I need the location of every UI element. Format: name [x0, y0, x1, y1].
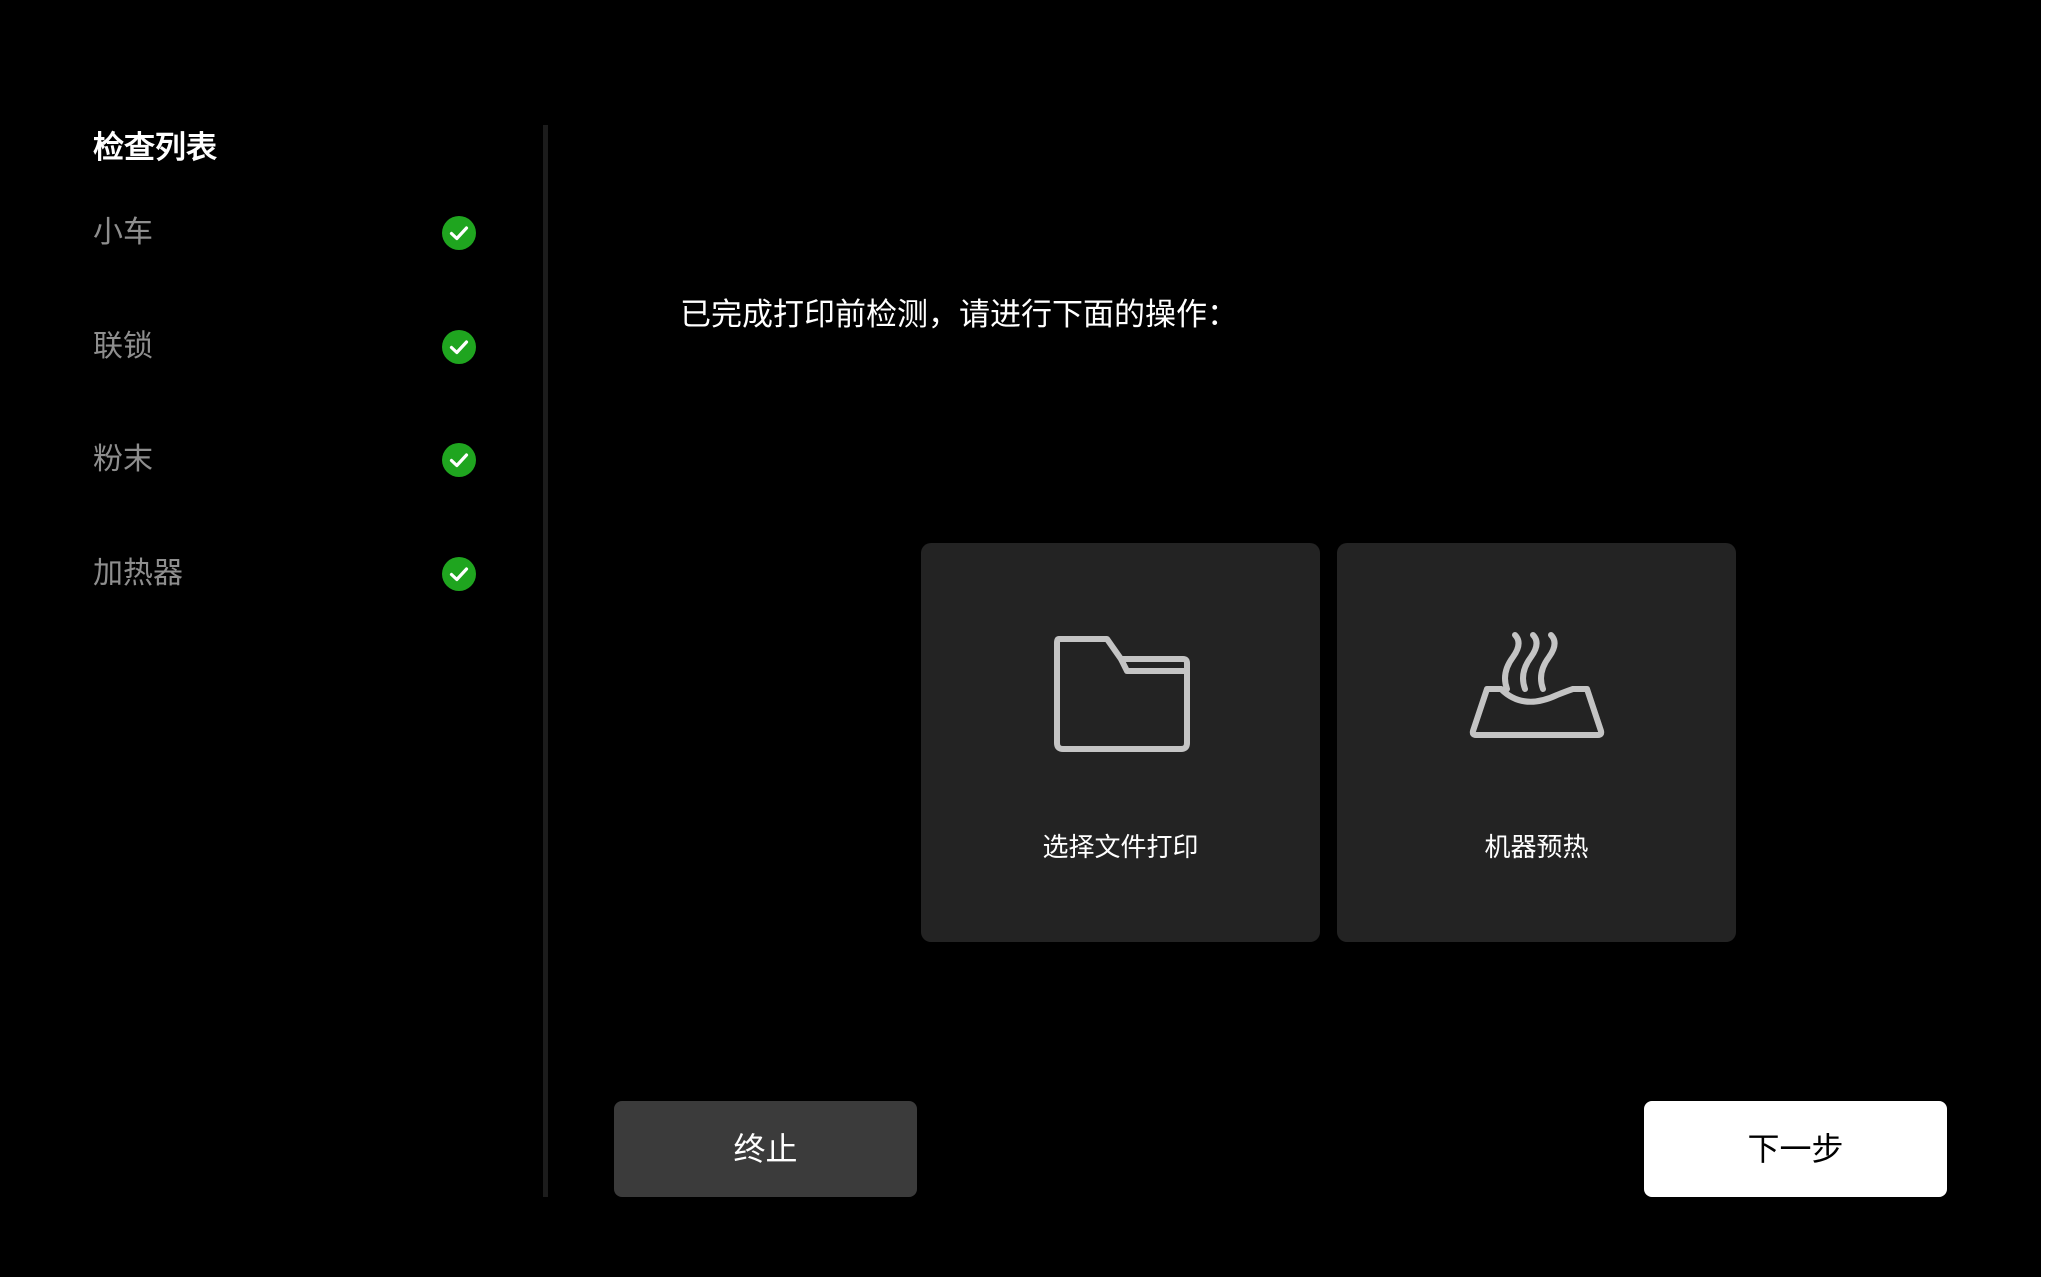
checklist-item-label: 小车 — [93, 215, 153, 250]
next-step-button[interactable]: 下一步 — [1644, 1101, 1947, 1197]
right-edge-strip — [2041, 0, 2051, 1277]
machine-preheat-label: 机器预热 — [1484, 833, 1589, 863]
instruction-text: 已完成打印前检测，请进行下面的操作： — [680, 297, 1238, 333]
check-circle-icon — [442, 443, 476, 477]
checklist-item-interlock: 联锁 — [93, 317, 478, 377]
heat-icon — [1469, 632, 1605, 738]
check-circle-icon — [442, 557, 476, 591]
checklist-item-powder: 粉末 — [93, 430, 478, 490]
select-file-print-label: 选择文件打印 — [1042, 833, 1199, 863]
checklist-sidebar: 检查列表 小车 联锁 粉末 加热器 — [0, 0, 545, 1277]
check-circle-icon — [442, 330, 476, 364]
sidebar-divider — [543, 125, 548, 1197]
stop-button[interactable]: 终止 — [614, 1101, 917, 1197]
checklist-title: 检查列表 — [93, 130, 217, 166]
check-circle-icon — [442, 216, 476, 250]
checklist-item-label: 加热器 — [93, 556, 183, 591]
checklist-item-label: 联锁 — [93, 329, 153, 364]
checklist-item-heater: 加热器 — [93, 544, 478, 604]
machine-preheat-card[interactable]: 机器预热 — [1337, 543, 1736, 942]
select-file-print-card[interactable]: 选择文件打印 — [921, 543, 1320, 942]
checklist-item-label: 粉末 — [93, 442, 153, 477]
checklist-item-cart: 小车 — [93, 203, 478, 263]
folder-icon — [1054, 636, 1190, 752]
